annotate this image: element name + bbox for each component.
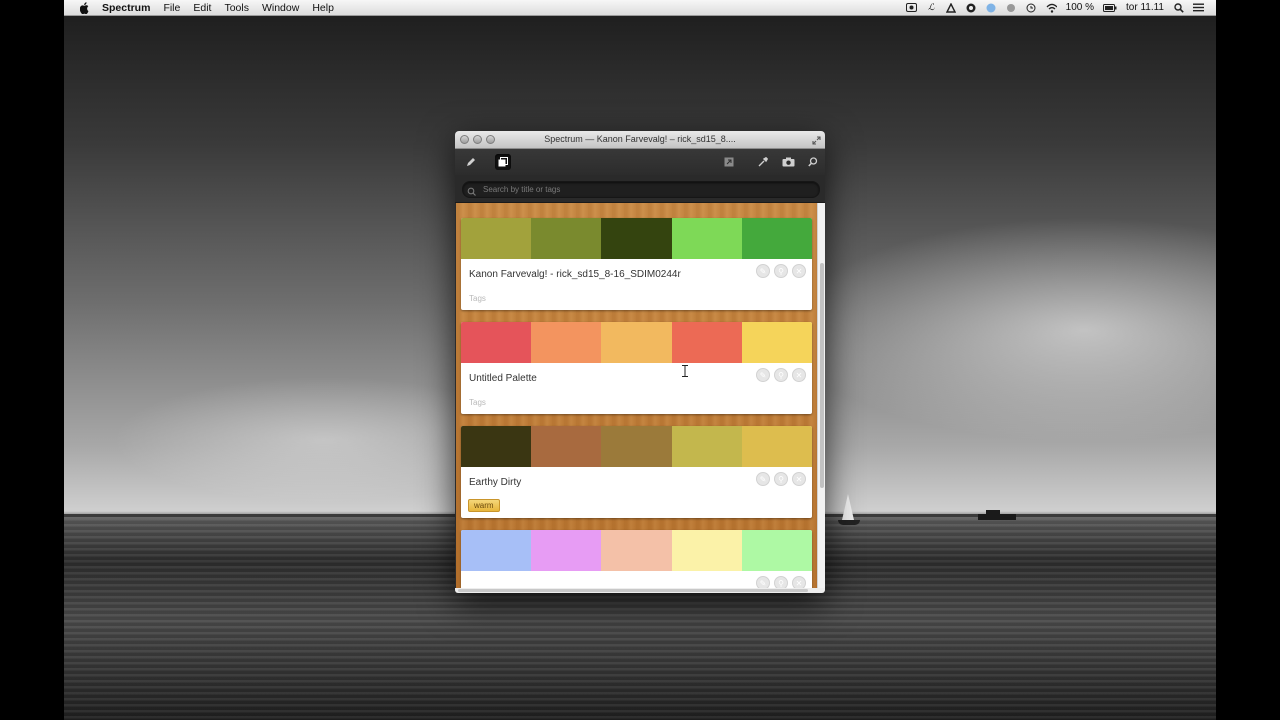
menu-bar: Spectrum File Edit Tools Window Help ℒ 1… [64, 0, 1216, 16]
card-actions: ✎ ⚲ ✕ [756, 472, 806, 486]
spectrum-window: Spectrum — Kanon Farvevalg! – rick_sd15_… [455, 131, 825, 593]
edit-icon[interactable]: ✎ [756, 472, 770, 486]
color-swatch[interactable] [671, 426, 742, 467]
palettes-icon[interactable] [495, 154, 511, 170]
window-title: Spectrum — Kanon Farvevalg! – rick_sd15_… [544, 134, 736, 144]
menu-window[interactable]: Window [262, 2, 299, 14]
tags-field[interactable]: Tags [469, 398, 486, 407]
color-swatch[interactable] [531, 322, 602, 363]
search-icon[interactable]: ⚲ [774, 264, 788, 278]
palette-list[interactable]: Kanon Farvevalg! - rick_sd15_8-16_SDIM02… [456, 203, 817, 588]
close-icon[interactable]: ✕ [792, 472, 806, 486]
color-swatch[interactable] [601, 322, 672, 363]
color-swatch[interactable] [741, 218, 812, 259]
spotlight-icon[interactable] [1173, 2, 1184, 13]
color-swatch[interactable] [671, 218, 742, 259]
text-cursor-icon [682, 364, 688, 377]
palette-title[interactable]: Kanon Farvevalg! - rick_sd15_8-16_SDIM02… [469, 269, 681, 280]
color-swatch[interactable] [741, 426, 812, 467]
time-machine-icon[interactable] [1026, 3, 1037, 13]
export-icon[interactable] [721, 154, 737, 170]
close-window-button[interactable] [460, 135, 469, 144]
search-icon [467, 184, 477, 196]
palette-card[interactable]: Earthy Dirty warm ✎ ⚲ ✕ [461, 426, 812, 518]
camera-icon[interactable] [780, 154, 796, 170]
toolbar-search-icon[interactable] [805, 154, 821, 170]
menu-app-name[interactable]: Spectrum [102, 2, 150, 14]
battery-percent[interactable]: 100 % [1066, 2, 1094, 13]
color-swatch[interactable] [531, 426, 602, 467]
swatch-strip[interactable] [461, 426, 812, 467]
card-actions: ✎ ⚲ ✕ [756, 264, 806, 278]
pencil-icon[interactable] [463, 154, 479, 170]
color-swatch[interactable] [601, 426, 672, 467]
search-row [455, 175, 825, 203]
search-icon[interactable]: ⚲ [774, 368, 788, 382]
color-swatch[interactable] [741, 322, 812, 363]
script-icon[interactable]: ℒ [926, 3, 937, 13]
scrollbar-thumb[interactable] [820, 263, 824, 488]
search-input[interactable] [483, 182, 803, 197]
close-icon[interactable]: ✕ [792, 264, 806, 278]
battery-icon[interactable] [1103, 3, 1117, 13]
color-swatch[interactable] [531, 218, 602, 259]
notification-center-icon[interactable] [1193, 3, 1204, 13]
color-swatch[interactable] [461, 322, 532, 363]
card-actions: ✎ ⚲ ✕ [756, 576, 806, 588]
toolbar [455, 149, 825, 175]
fullscreen-icon[interactable] [812, 134, 821, 145]
tags-field[interactable]: Tags [469, 294, 486, 303]
edit-icon[interactable]: ✎ [756, 576, 770, 588]
close-icon[interactable]: ✕ [792, 368, 806, 382]
menu-file[interactable]: File [163, 2, 180, 14]
swatch-strip[interactable] [461, 322, 812, 363]
vertical-scrollbar[interactable] [817, 203, 825, 588]
close-icon[interactable]: ✕ [792, 576, 806, 588]
color-swatch[interactable] [531, 530, 602, 571]
color-swatch[interactable] [461, 218, 532, 259]
palette-card[interactable]: Untitled Palette Tags ✎ ⚲ ✕ [461, 322, 812, 414]
edit-icon[interactable]: ✎ [756, 264, 770, 278]
status-circle-icon[interactable] [1006, 3, 1017, 13]
swatch-strip[interactable] [461, 218, 812, 259]
window-titlebar[interactable]: Spectrum — Kanon Farvevalg! – rick_sd15_… [455, 131, 825, 149]
sailboat [842, 494, 854, 520]
sync-icon[interactable] [966, 3, 977, 13]
wifi-icon[interactable] [1046, 3, 1057, 13]
swatch-strip[interactable] [461, 530, 812, 571]
menu-help[interactable]: Help [312, 2, 334, 14]
palette-title[interactable]: Untitled Palette [469, 373, 537, 384]
color-swatch[interactable] [671, 530, 742, 571]
menu-extras: ℒ 100 % tor 11.11 [905, 0, 1204, 15]
palette-card[interactable]: ✎ ⚲ ✕ [461, 530, 812, 588]
dropbox-icon[interactable] [986, 3, 997, 13]
search-box[interactable] [462, 181, 820, 198]
horizontal-scrollbar-thumb[interactable] [458, 589, 808, 592]
palette-card[interactable]: Kanon Farvevalg! - rick_sd15_8-16_SDIM02… [461, 218, 812, 310]
color-swatch[interactable] [601, 530, 672, 571]
screen-record-icon[interactable] [905, 3, 917, 13]
search-icon[interactable]: ⚲ [774, 576, 788, 588]
zoom-window-button[interactable] [486, 135, 495, 144]
apple-icon[interactable] [78, 1, 92, 14]
color-swatch[interactable] [671, 322, 742, 363]
sailboat-hull [838, 520, 860, 525]
minimize-window-button[interactable] [473, 135, 482, 144]
color-swatch[interactable] [461, 530, 532, 571]
color-swatch[interactable] [741, 530, 812, 571]
search-icon[interactable]: ⚲ [774, 472, 788, 486]
horizontal-scrollbar[interactable] [455, 588, 825, 593]
menu-edit[interactable]: Edit [193, 2, 211, 14]
menu-clock[interactable]: tor 11.11 [1126, 2, 1164, 13]
ship [978, 514, 1016, 520]
palette-title[interactable]: Earthy Dirty [469, 477, 521, 488]
color-swatch[interactable] [461, 426, 532, 467]
color-swatch[interactable] [601, 218, 672, 259]
adobe-icon[interactable] [946, 2, 957, 13]
tag-chip[interactable]: warm [468, 499, 500, 512]
menu-tools[interactable]: Tools [224, 2, 249, 14]
card-actions: ✎ ⚲ ✕ [756, 368, 806, 382]
edit-icon[interactable]: ✎ [756, 368, 770, 382]
eyedropper-icon[interactable] [755, 154, 771, 170]
